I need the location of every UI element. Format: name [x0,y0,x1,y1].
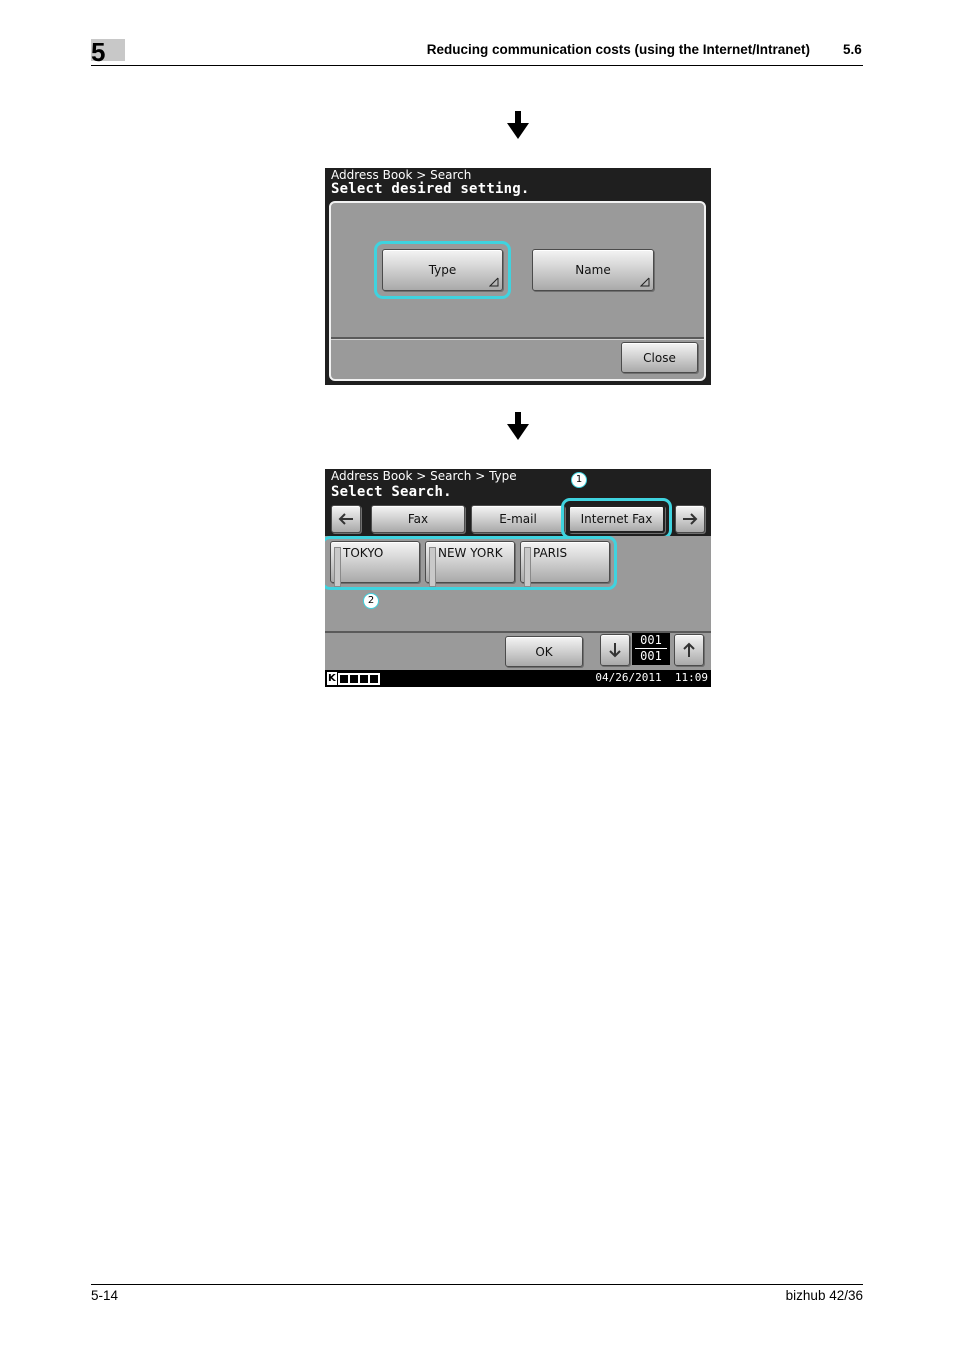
destination-label: PARIS [533,546,568,560]
divider [331,339,704,340]
toner-level-icon [338,673,380,685]
internet-fax-icon [334,547,341,587]
corner-marker-icon [489,277,499,287]
down-arrow-icon [507,111,529,139]
destination-tokyo[interactable]: TOKYO [330,541,420,587]
corner-marker-icon [640,277,650,287]
destination-label: NEW YORK [438,546,503,560]
internet-fax-icon [524,547,531,587]
page-number: 5-14 [91,1288,119,1303]
section-number: 5.6 [843,42,862,57]
arrow-down-icon [609,643,621,658]
tab-scroll-left-button[interactable] [331,505,361,533]
datetime: 04/26/2011 11:09 [595,671,708,684]
name-button-label: Name [575,263,611,277]
destination-paris[interactable]: PARIS [520,541,610,587]
tab-fax[interactable]: Fax [371,505,465,533]
header-rule [91,65,863,66]
tab-scroll-right-button[interactable] [675,505,705,533]
type-button-label: Type [428,263,457,277]
type-button[interactable]: Type [382,249,503,291]
ok-button[interactable]: OK [505,636,583,667]
close-button[interactable]: Close [621,342,698,373]
search-dialog-screen: Address Book > Search Select desired set… [325,168,711,385]
down-arrow-icon [507,412,529,440]
prompt-text: Select Search. [331,484,452,500]
page-down-button[interactable] [600,634,630,666]
prompt-text: Select desired setting. [331,181,530,197]
internet-fax-icon [429,547,436,587]
name-button[interactable]: Name [532,249,654,291]
page-current: 001 [640,633,662,647]
breadcrumb: Address Book > Search [331,168,472,182]
destination-new-york[interactable]: NEW YORK [425,541,515,587]
page-total: 001 [640,649,662,663]
product-name: bizhub 42/36 [785,1288,863,1303]
page-counter: 001 001 [632,633,670,665]
toner-k-label: K [327,672,337,685]
arrow-right-icon [683,513,698,525]
breadcrumb: Address Book > Search > Type [331,469,517,483]
search-type-screen: Address Book > Search > Type Select Sear… [325,469,711,687]
callout-1: 1 [571,472,587,488]
tab-internet-fax[interactable]: Internet Fax [568,505,665,533]
arrow-left-icon [338,513,353,525]
status-bar: K 04/26/2011 11:09 [325,670,711,687]
arrow-up-icon [683,642,695,657]
footer-rule [91,1284,863,1285]
destination-label: TOKYO [343,546,384,560]
page-up-button[interactable] [674,634,704,666]
tab-email[interactable]: E-mail [471,505,565,533]
chapter-number: 5 [91,37,106,67]
callout-2: 2 [363,593,379,609]
section-title: Reducing communication costs (using the … [426,42,810,57]
